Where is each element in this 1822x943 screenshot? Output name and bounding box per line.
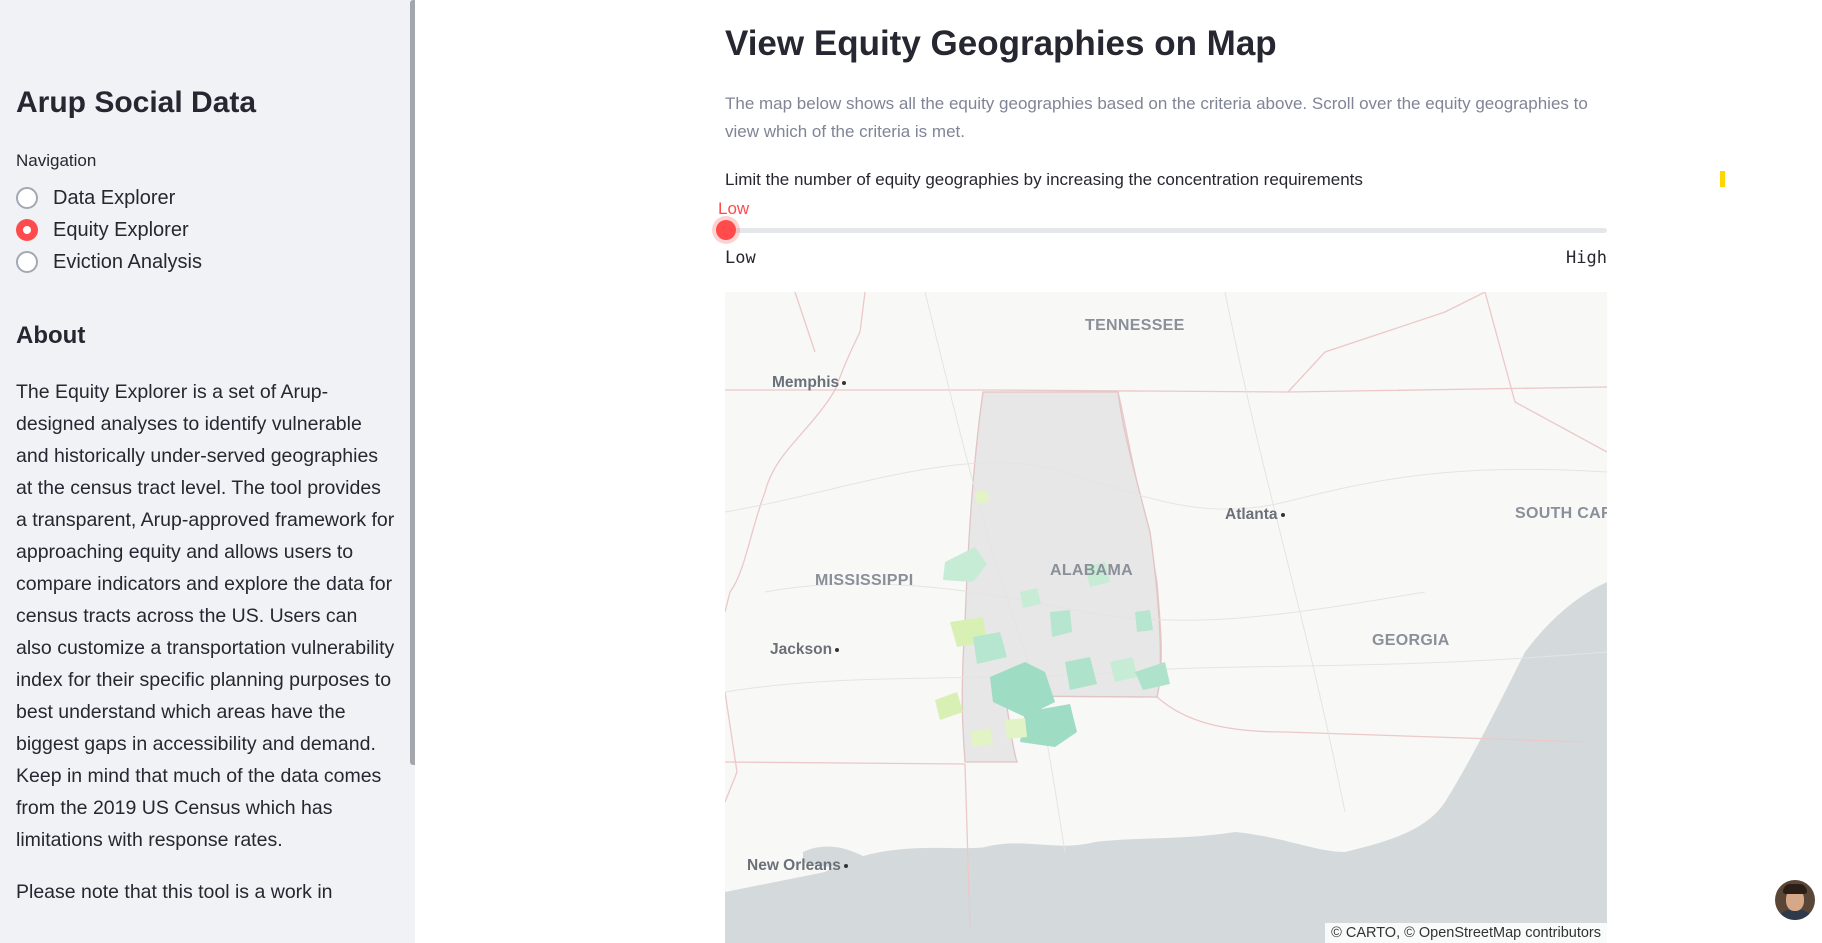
slider-thumb[interactable]	[716, 220, 736, 240]
avatar[interactable]	[1775, 880, 1815, 920]
about-text-continued: Please note that this tool is a work in	[16, 881, 333, 903]
map-description: The map below shows all the equity geogr…	[725, 94, 1588, 141]
city-point-icon	[835, 647, 840, 652]
sidebar-scrollbar[interactable]	[410, 0, 415, 765]
state-label-alabama: ALABAMA	[1050, 562, 1133, 579]
city-point-icon	[843, 863, 848, 868]
city-point-icon	[1280, 512, 1285, 517]
map-attribution[interactable]: © CARTO, © OpenStreetMap contributors	[1325, 923, 1607, 943]
slider-track[interactable]	[725, 228, 1607, 233]
city-label-new-orleans: New Orleans	[747, 857, 848, 875]
nav-radio-data-explorer[interactable]: Data Explorer	[16, 184, 175, 212]
map-canvas	[725, 292, 1607, 943]
city-label-atlanta: Atlanta	[1225, 506, 1285, 524]
nav-radio-equity-explorer[interactable]: Equity Explorer	[16, 216, 189, 244]
slider-max-label: High	[1566, 248, 1607, 268]
state-label-tennessee: TENNESSEE	[1085, 317, 1185, 334]
slider-min-label: Low	[725, 248, 756, 268]
state-label-mississippi: MISSISSIPPI	[815, 572, 914, 589]
radio-unselected-icon	[16, 187, 38, 209]
navigation-label: Navigation	[16, 151, 97, 170]
state-label-georgia: GEORGIA	[1372, 632, 1450, 649]
city-label-memphis: Memphis	[772, 374, 847, 392]
page-title: View Equity Geographies on Map	[725, 24, 1277, 63]
nav-radio-label: Equity Explorer	[53, 218, 189, 241]
city-label-jackson: Jackson	[770, 641, 840, 659]
city-point-icon	[842, 380, 847, 385]
status-indicator	[1720, 171, 1725, 187]
radio-selected-icon	[16, 219, 38, 241]
city-name: Memphis	[772, 374, 840, 391]
slider-label: Limit the number of equity geographies b…	[725, 170, 1363, 189]
radio-unselected-icon	[16, 251, 38, 273]
nav-radio-eviction-analysis[interactable]: Eviction Analysis	[16, 248, 202, 276]
city-name: New Orleans	[747, 857, 841, 874]
equity-map[interactable]: TENNESSEE ALABAMA MISSISSIPPI GEORGIA SO…	[725, 292, 1607, 943]
about-text: The Equity Explorer is a set of Arup-des…	[16, 381, 395, 851]
sidebar: Arup Social Data Navigation Data Explore…	[0, 0, 415, 943]
city-name: Atlanta	[1225, 506, 1278, 523]
nav-radio-label: Data Explorer	[53, 186, 176, 209]
sidebar-title: Arup Social Data	[16, 86, 257, 119]
state-label-south-carolina: SOUTH CARO	[1515, 505, 1607, 522]
city-name: Jackson	[770, 641, 833, 658]
about-heading: About	[16, 322, 86, 349]
nav-radio-label: Eviction Analysis	[53, 250, 202, 273]
slider-current-value: Low	[718, 199, 750, 218]
